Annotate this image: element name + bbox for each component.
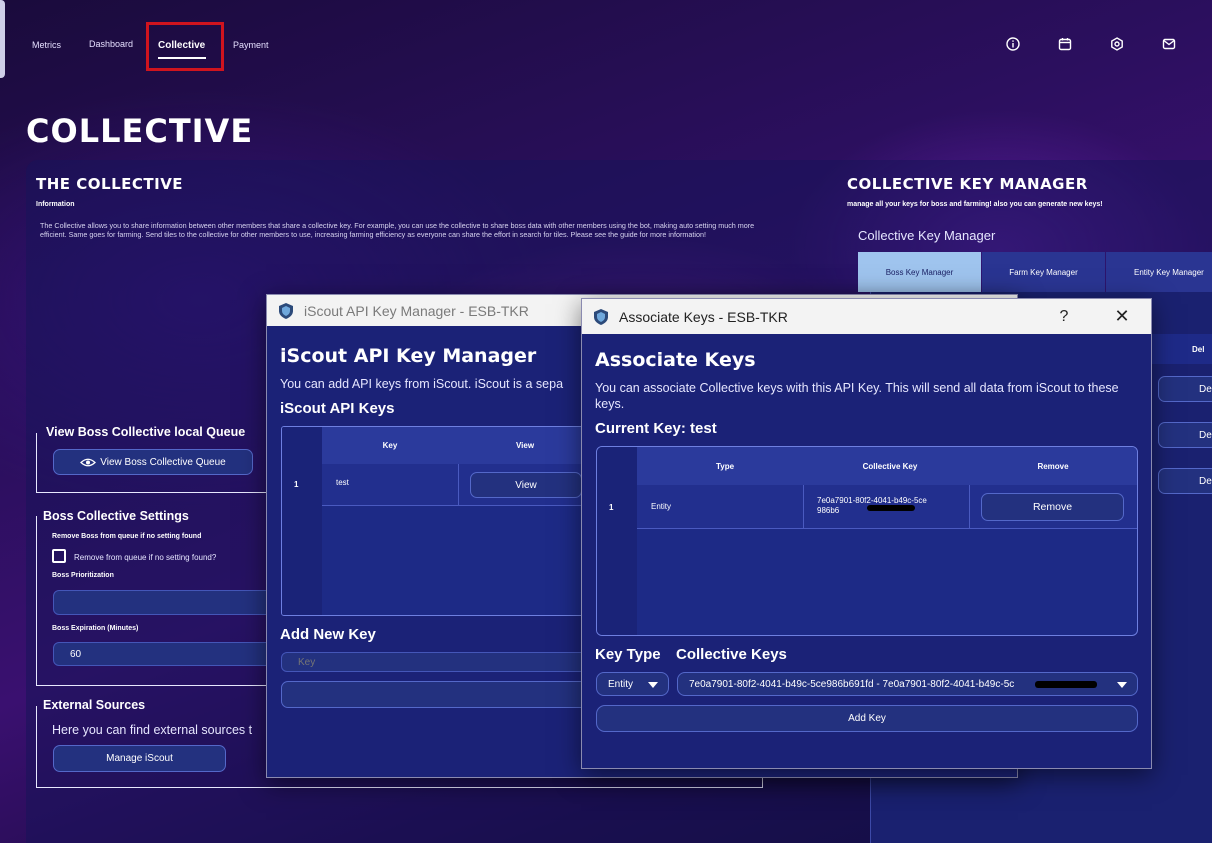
- iscout-keys-table: Key View 1 test View: [281, 426, 591, 616]
- information-label: Information: [36, 201, 75, 208]
- boss-prioritization-label: Boss Prioritization: [52, 572, 114, 579]
- delete-key-button[interactable]: De: [1158, 422, 1212, 448]
- key-type-value: Entity: [608, 678, 634, 690]
- remove-column-header: Remove: [1037, 461, 1069, 471]
- nav-metrics[interactable]: Metrics: [32, 40, 61, 50]
- boss-expiration-input[interactable]: 60: [53, 642, 273, 666]
- tab-farm-key-manager[interactable]: Farm Key Manager: [982, 252, 1105, 292]
- page-title: COLLECTIVE: [26, 112, 254, 150]
- view-column-header: View: [515, 441, 535, 450]
- collective-keys-label: Collective Keys: [676, 646, 787, 663]
- key-manager-section: Collective Key Manager: [858, 228, 996, 243]
- row-number: 1: [294, 480, 299, 489]
- associate-heading: Associate Keys: [595, 349, 756, 371]
- nav-highlight-box: [146, 22, 224, 71]
- external-sources-title: External Sources: [43, 698, 146, 712]
- app-logo-icon: [594, 308, 608, 325]
- collective-keys-value: 7e0a7901-80f2-4041-b49c-5ce986b691fd - 7…: [689, 678, 1015, 690]
- view-key-button[interactable]: View: [470, 472, 582, 498]
- associate-desc: You can associate Collective keys with t…: [595, 381, 1119, 411]
- chevron-down-icon: [1117, 682, 1127, 688]
- boss-settings-title: Boss Collective Settings: [43, 509, 189, 523]
- key-type-select[interactable]: Entity: [596, 672, 669, 696]
- help-button[interactable]: ?: [1041, 299, 1087, 334]
- row-type: Entity: [651, 502, 672, 511]
- redaction-mark: [867, 505, 915, 511]
- add-new-key-title: Add New Key: [280, 626, 376, 643]
- associate-window-title: Associate Keys - ESB-TKR: [619, 308, 788, 325]
- row-number: 1: [609, 503, 614, 512]
- nav-payment[interactable]: Payment: [233, 40, 269, 50]
- delete-column-header: Del: [1192, 344, 1205, 354]
- calendar-icon[interactable]: [1058, 37, 1072, 51]
- collective-keys-select[interactable]: 7e0a7901-80f2-4041-b49c-5ce986b691fd - 7…: [677, 672, 1138, 696]
- boss-queue-title: View Boss Collective local Queue: [46, 425, 246, 439]
- key-manager-title: COLLECTIVE KEY MANAGER: [847, 175, 1088, 193]
- iscout-window-title: iScout API Key Manager - ESB-TKR: [304, 302, 529, 319]
- inbox-icon[interactable]: [1162, 37, 1176, 51]
- collective-key-column-header: Collective Key: [862, 461, 918, 471]
- tab-boss-key-manager[interactable]: Boss Key Manager: [858, 252, 981, 292]
- redaction-mark: [1035, 681, 1097, 688]
- remove-key-button[interactable]: Remove: [981, 493, 1124, 521]
- associated-keys-table: Type Collective Key Remove 1 Entity 7e0a…: [596, 446, 1138, 636]
- add-new-key-button[interactable]: [281, 681, 591, 708]
- info-icon[interactable]: [1006, 37, 1020, 51]
- app-logo-icon: [279, 302, 293, 319]
- view-boss-queue-button[interactable]: View Boss Collective Queue: [53, 449, 253, 475]
- iscout-keys-title: iScout API Keys: [280, 400, 395, 417]
- associate-keys-window: Associate Keys - ESB-TKR ? ✕ Associate K…: [581, 298, 1152, 769]
- remove-boss-checkbox-label: Remove from queue if no setting found?: [74, 553, 217, 562]
- remove-boss-checkbox[interactable]: [52, 549, 66, 563]
- row-key: test: [336, 478, 349, 487]
- window-edge-tab: [0, 0, 5, 78]
- boss-prioritization-input[interactable]: [53, 590, 273, 615]
- new-key-input[interactable]: [281, 652, 591, 672]
- delete-key-button[interactable]: De: [1158, 468, 1212, 494]
- collective-info-text: The Collective allows you to share infor…: [40, 221, 755, 239]
- view-boss-queue-label: View Boss Collective Queue: [100, 456, 226, 468]
- key-column-header: Key: [382, 441, 398, 450]
- associate-titlebar[interactable]: Associate Keys - ESB-TKR ? ✕: [582, 299, 1151, 334]
- add-key-button[interactable]: Add Key: [596, 705, 1138, 732]
- type-column-header: Type: [715, 461, 735, 471]
- eye-icon: [80, 458, 97, 466]
- nav-dashboard[interactable]: Dashboard: [89, 39, 133, 49]
- external-sources-text: Here you can find external sources t: [52, 723, 253, 737]
- current-key-label: Current Key: test: [595, 420, 717, 437]
- key-type-label: Key Type: [595, 646, 661, 663]
- delete-key-button[interactable]: De: [1158, 376, 1212, 402]
- iscout-desc: You can add API keys from iScout. iScout…: [280, 377, 564, 391]
- settings-icon[interactable]: [1110, 37, 1124, 51]
- key-manager-subtitle: manage all your keys for boss and farmin…: [847, 201, 1103, 208]
- close-icon[interactable]: ✕: [1099, 299, 1145, 334]
- remove-boss-label: Remove Boss from queue if no setting fou…: [52, 533, 202, 540]
- collective-title: THE COLLECTIVE: [36, 175, 184, 193]
- iscout-heading: iScout API Key Manager: [280, 345, 537, 367]
- boss-expiration-label: Boss Expiration (Minutes): [52, 625, 139, 632]
- manage-iscout-button[interactable]: Manage iScout: [53, 745, 226, 772]
- chevron-down-icon: [648, 682, 658, 688]
- tab-entity-key-manager[interactable]: Entity Key Manager: [1106, 252, 1212, 292]
